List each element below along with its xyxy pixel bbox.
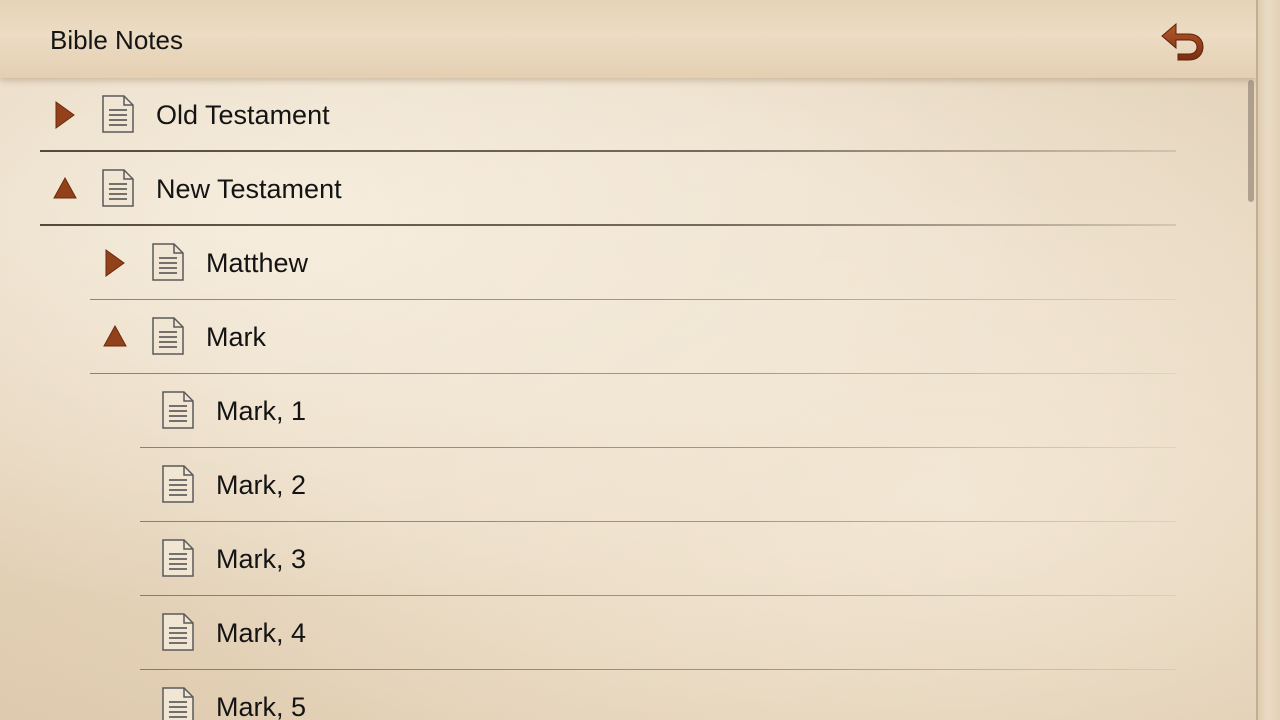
document-icon — [162, 465, 194, 503]
tree-item-label: Mark, 2 — [216, 470, 307, 500]
tree-item-matthew[interactable]: Matthew — [90, 226, 1176, 300]
app-header: Bible Notes — [0, 0, 1256, 78]
tree-item-mark-1[interactable]: Mark, 1 — [140, 374, 1176, 448]
tree-item-label: Mark, 5 — [216, 692, 307, 720]
tree-item-label: Mark, 3 — [216, 544, 307, 574]
document-icon — [152, 243, 184, 281]
tree-item-label: Mark, 1 — [216, 396, 307, 426]
tree-item-mark[interactable]: Mark — [90, 300, 1176, 374]
document-icon — [102, 169, 134, 207]
document-icon — [162, 687, 194, 720]
undo-arrow-icon — [1161, 22, 1204, 61]
scrollbar-thumb[interactable] — [1248, 80, 1254, 202]
tree-item-label: Old Testament — [156, 100, 330, 130]
page-title: Bible Notes — [50, 25, 183, 55]
tree-item-old-testament[interactable]: Old Testament — [40, 78, 1176, 152]
tree-item-mark-3[interactable]: Mark, 3 — [140, 522, 1176, 596]
back-button[interactable] — [1156, 16, 1210, 64]
triangle-right-icon[interactable] — [52, 100, 78, 130]
document-icon — [162, 539, 194, 577]
document-icon — [102, 95, 134, 133]
tree-item-mark-2[interactable]: Mark, 2 — [140, 448, 1176, 522]
tree-item-label: Mark, 4 — [216, 618, 307, 648]
document-icon — [162, 391, 194, 429]
triangle-up-icon[interactable] — [102, 322, 128, 352]
notes-tree: Old Testament New Testament Matthew Mark… — [0, 78, 1256, 720]
tree-item-label: Mark — [206, 322, 266, 352]
tree-item-mark-5[interactable]: Mark, 5 — [140, 670, 1176, 720]
tree-item-label: Matthew — [206, 248, 309, 278]
scrollbar-track[interactable] — [1256, 0, 1280, 720]
tree-item-new-testament[interactable]: New Testament — [40, 152, 1176, 226]
tree-item-label: New Testament — [156, 174, 342, 204]
document-icon — [162, 613, 194, 651]
document-icon — [152, 317, 184, 355]
tree-item-mark-4[interactable]: Mark, 4 — [140, 596, 1176, 670]
triangle-right-icon[interactable] — [102, 248, 128, 278]
triangle-up-icon[interactable] — [52, 174, 78, 204]
